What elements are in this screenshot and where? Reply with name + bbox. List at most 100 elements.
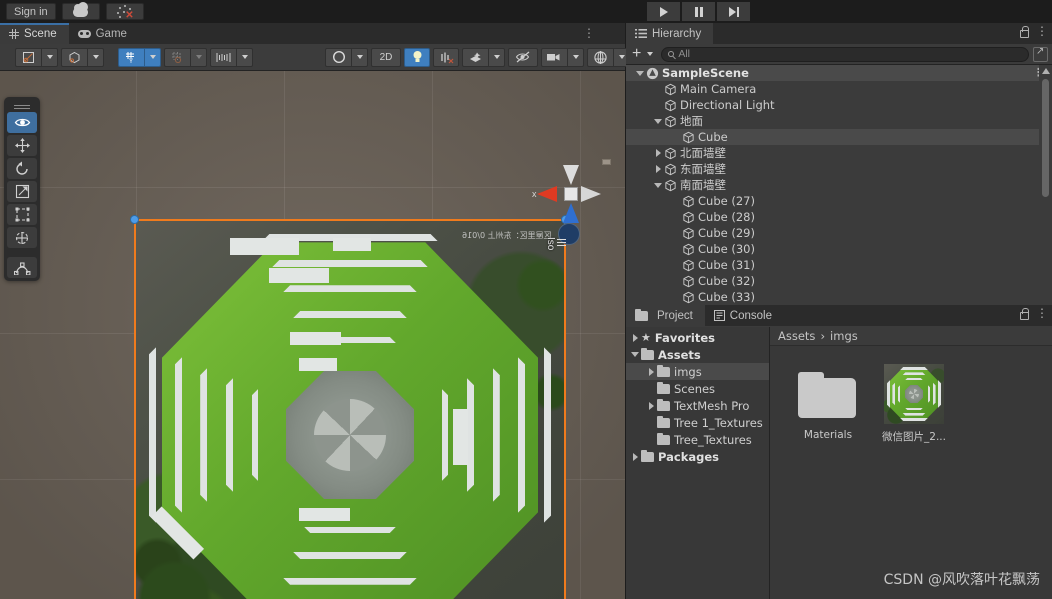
play-button[interactable] [647,2,680,21]
shaded-dropdown-caret[interactable] [351,47,368,67]
shading-mode-button[interactable] [61,47,87,67]
chevron-right-icon[interactable] [629,452,641,461]
shaded-dropdown-button[interactable] [325,47,351,67]
scrollbar-thumb[interactable] [1042,79,1049,197]
asset-item-folder[interactable]: Materials [795,364,861,444]
hierarchy-search-input[interactable]: All [661,46,1029,62]
project-tree-item[interactable]: Packages [626,448,769,465]
draw-mode-dropdown[interactable] [41,47,58,67]
project-tree-item[interactable]: TextMesh Pro [626,397,769,414]
asset-item-image[interactable]: 微信图片_2... [881,364,947,444]
hierarchy-item[interactable]: 南面墙壁 [626,177,1052,193]
tab-console[interactable]: Console [705,305,784,326]
scene-view[interactable]: 区屋里区：东州上 0/016 x Iso [0,71,625,599]
selected-game-object-quad[interactable]: 区屋里区：东州上 0/016 [130,215,570,599]
hierarchy-item[interactable]: Cube [626,129,1052,145]
sign-in-button[interactable]: Sign in [6,3,56,20]
project-tree-item[interactable]: imgs [626,363,769,380]
view-tool-button[interactable] [7,112,37,133]
tab-project[interactable]: Project [626,305,705,326]
hierarchy-item[interactable]: Cube (29) [626,225,1052,241]
grid-snapping-button[interactable] [210,47,236,67]
cloud-icon[interactable] [61,1,100,20]
effects-toggle-button[interactable] [462,47,488,67]
hierarchy-item[interactable]: Cube (28) [626,209,1052,225]
chevron-right-icon[interactable] [645,401,657,410]
grid-dropdown[interactable] [144,47,161,67]
hierarchy-item[interactable]: Cube (27) [626,193,1052,209]
gizmos-toggle-button[interactable] [587,47,613,67]
project-folder-tree[interactable]: ★ Favorites Assets imgs Scenes TextMesh Pro Tr… [626,327,770,599]
draw-mode-button[interactable] [15,47,41,67]
snap-dropdown[interactable] [190,47,207,67]
rect-tool-button[interactable] [7,204,37,225]
project-lock-icon[interactable] [1019,308,1029,320]
account-error-icon[interactable]: ✕ [105,3,144,20]
transform-tool-button[interactable] [7,227,37,248]
tab-scene[interactable]: Scene [0,23,69,44]
camera-settings-button[interactable] [541,47,567,67]
chevron-down-icon[interactable] [634,70,646,76]
audio-toggle-button[interactable] [433,47,459,67]
hierarchy-scrollbar[interactable] [1039,65,1052,327]
tab-hierarchy[interactable]: Hierarchy [626,23,714,44]
chevron-down-icon[interactable] [652,118,664,124]
move-tool-button[interactable] [7,135,37,156]
hierarchy-item[interactable]: 北面墙壁 [626,145,1052,161]
scale-tool-button[interactable] [7,181,37,202]
chevron-right-icon[interactable] [652,165,664,173]
resize-handle-top-left[interactable] [130,215,139,224]
lock-icon[interactable] [1019,26,1029,38]
move-gizmo[interactable]: x [532,159,613,229]
project-tree-item[interactable]: Tree_Textures [626,431,769,448]
chevron-right-icon[interactable] [629,333,641,342]
rotate-tool-button[interactable] [7,158,37,179]
hierarchy-item[interactable]: Directional Light [626,97,1052,113]
add-object-caret-icon[interactable] [647,52,654,56]
gizmo-axis-left[interactable] [537,186,557,202]
project-tree-item[interactable]: Assets [626,346,769,363]
camera-settings-dropdown[interactable] [567,47,584,67]
toggle-2d-button[interactable]: 2D [371,47,401,67]
hierarchy-item[interactable]: Cube (30) [626,241,1052,257]
hierarchy-item[interactable]: Main Camera [626,81,1052,97]
step-button[interactable] [717,2,750,21]
grid-snapping-dropdown[interactable] [236,47,253,67]
hierarchy-item[interactable]: Cube (32) [626,273,1052,289]
custom-editor-tool-button[interactable] [7,257,37,278]
chevron-right-icon[interactable] [645,367,657,376]
project-tree-item[interactable]: Tree 1_Textures [626,414,769,431]
hierarchy-scene-row[interactable]: SampleScene⋮ [626,65,1052,81]
hierarchy-item[interactable]: 地面 [626,113,1052,129]
chevron-down-icon[interactable] [652,182,664,188]
breadcrumb-current[interactable]: imgs [830,329,858,343]
projection-label[interactable]: Iso [545,237,556,250]
hierarchy-item[interactable]: Cube (31) [626,257,1052,273]
add-object-button[interactable]: + [630,46,643,62]
hierarchy-item[interactable]: 东面墙壁 [626,161,1052,177]
gizmo-plane-handle[interactable] [602,159,611,165]
grid-visibility-button[interactable]: Y [118,47,144,67]
gizmo-axis-down[interactable] [563,203,579,223]
chevron-down-icon[interactable] [629,352,641,357]
project-content-area[interactable]: Assets › imgs Materials 微信图片_2... [770,327,1052,599]
scene-panel-kebab[interactable]: ⋮ [583,26,595,40]
hierarchy-tree[interactable]: SampleScene⋮Main CameraDirectional Light… [626,65,1052,327]
hierarchy-item[interactable]: Cube (33) [626,289,1052,305]
gizmo-axis-right[interactable] [581,186,601,202]
scene-visibility-toggle-button[interactable] [508,47,538,67]
tab-game[interactable]: Game [69,23,139,44]
breadcrumb-root[interactable]: Assets [778,329,815,343]
chevron-right-icon[interactable] [652,149,664,157]
project-tree-item[interactable]: Scenes [626,380,769,397]
hierarchy-expand-button[interactable] [1033,46,1048,62]
overlay-drag-handle[interactable] [7,100,37,110]
project-tree-item[interactable]: ★ Favorites [626,329,769,346]
shading-mode-dropdown[interactable] [87,47,104,67]
scroll-up-icon[interactable] [1041,66,1050,76]
hierarchy-kebab[interactable]: ⋮ [1036,25,1048,37]
gizmo-center-handle[interactable] [564,187,578,201]
effects-dropdown[interactable] [488,47,505,67]
project-kebab[interactable]: ⋮ [1036,307,1048,319]
pause-button[interactable] [682,2,715,21]
